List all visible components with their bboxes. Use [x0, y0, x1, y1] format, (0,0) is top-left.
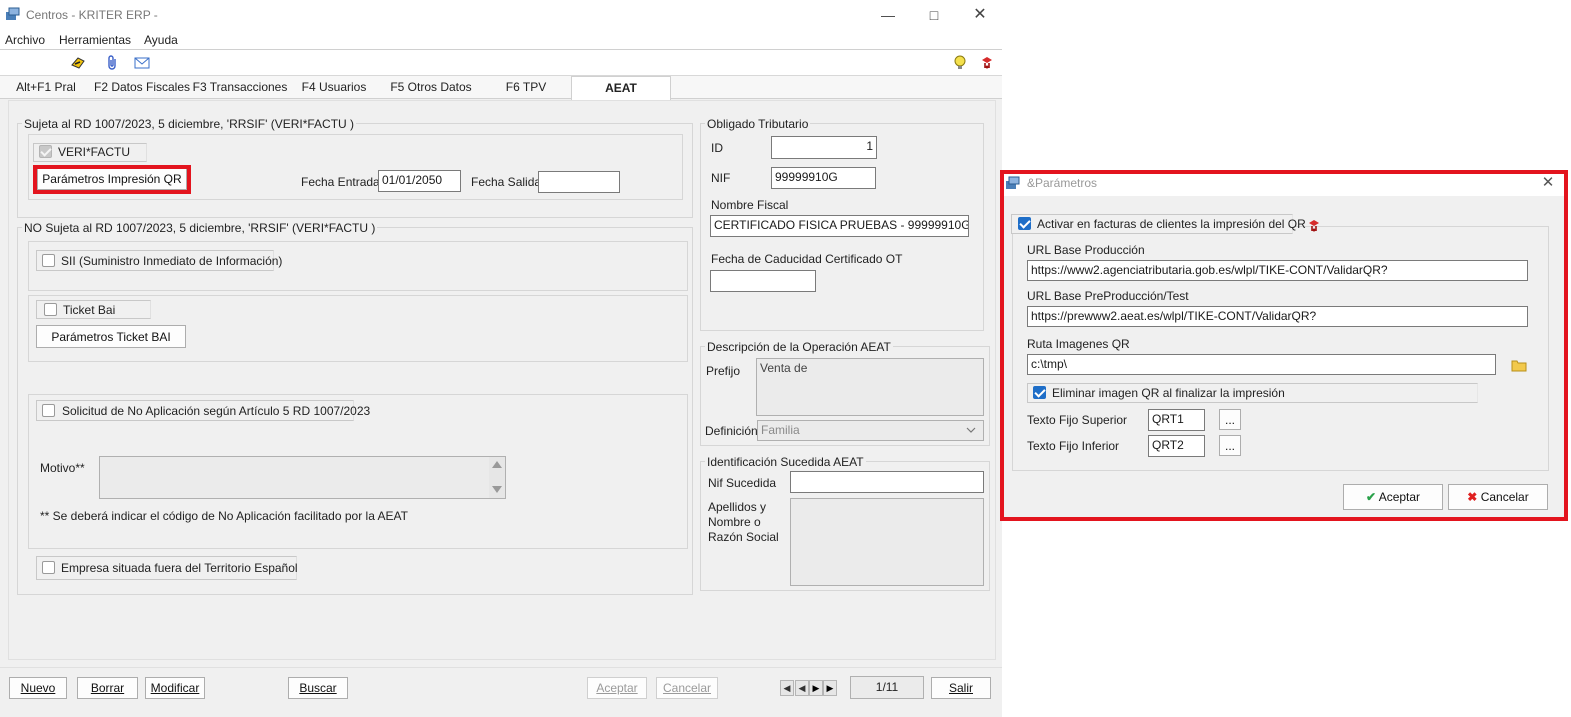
buscar-button[interactable]: Buscar — [288, 677, 348, 699]
cancelar-button-main[interactable]: Cancelar — [656, 677, 718, 699]
borrar-button-label: Borrar — [90, 681, 125, 695]
aceptar-button-main[interactable]: Aceptar — [587, 677, 647, 699]
salir-button[interactable]: Salir — [931, 677, 991, 699]
record-counter: 1/11 — [850, 676, 924, 699]
tab-pral[interactable]: Alt+F1 Pral — [10, 76, 82, 99]
salir-button-label: Salir — [948, 681, 973, 695]
descripcion-group-label: Descripción de la Operación AEAT — [705, 340, 893, 354]
buscar-button-label: Buscar — [299, 681, 337, 695]
nuevo-button-label: Nuevo — [20, 681, 56, 695]
main-window: Centros - KRITER ERP - — □ ✕ Archivo Her… — [0, 0, 1002, 717]
next-record-icon[interactable]: ▶ — [809, 680, 823, 696]
close-icon[interactable]: ✕ — [970, 5, 990, 25]
obligado-group-label: Obligado Tributario — [705, 117, 811, 131]
nombre-fiscal-input[interactable]: CERTIFICADO FISICA PRUEBAS - 99999910G — [710, 215, 969, 237]
motivo-label: Motivo** — [40, 461, 85, 475]
menu-archivo[interactable]: Archivo — [5, 33, 45, 47]
lightbulb-icon[interactable] — [952, 55, 968, 71]
nif-sucedida-input[interactable] — [790, 471, 984, 493]
prefijo-textarea[interactable]: Venta de — [756, 358, 984, 416]
scroll-up-icon[interactable] — [492, 461, 502, 468]
last-record-icon[interactable]: ▶ — [823, 680, 837, 696]
minimize-icon[interactable]: — — [878, 5, 898, 25]
solicitud-label: Solicitud de No Aplicación según Artícul… — [62, 404, 371, 418]
borrar-button[interactable]: Borrar — [77, 677, 138, 699]
apellidos-textarea[interactable] — [790, 498, 984, 586]
toolbar — [0, 50, 1002, 76]
prev-record-icon[interactable]: ◀ — [795, 680, 809, 696]
first-record-icon[interactable]: ◀ — [780, 680, 794, 696]
no-sujeta-group-label: NO Sujeta al RD 1007/2023, 5 diciembre, … — [22, 221, 378, 235]
tab-strip: Alt+F1 Pral F2 Datos Fiscales F3 Transac… — [0, 76, 1002, 100]
verifactu-checkbox[interactable] — [39, 145, 52, 158]
email-icon[interactable] — [134, 55, 150, 71]
attachment-icon[interactable] — [105, 55, 121, 71]
id-input[interactable]: 1 — [771, 136, 877, 159]
aceptar-main-label: Aceptar — [596, 681, 638, 695]
qr-button-highlight — [33, 165, 191, 194]
apellidos-label-3: Razón Social — [708, 530, 779, 544]
ticketbai-params-button[interactable]: Parámetros Ticket BAI — [36, 325, 186, 348]
help-icon[interactable] — [979, 55, 995, 71]
verifactu-label: VERI*FACTU — [58, 145, 131, 159]
tab-usuarios[interactable]: F4 Usuarios — [294, 76, 374, 99]
caducidad-input[interactable] — [710, 270, 816, 292]
nif-label: NIF — [711, 171, 731, 185]
sii-checkbox[interactable] — [42, 254, 55, 267]
fecha-entrada-input[interactable]: 01/01/2050 — [378, 170, 461, 192]
apellidos-label-2: Nombre o — [708, 515, 761, 529]
scroll-down-icon[interactable] — [492, 486, 502, 493]
tab-tpv[interactable]: F6 TPV — [486, 76, 566, 99]
tab-otros-datos[interactable]: F5 Otros Datos — [386, 76, 476, 99]
ticketbai-label: Ticket Bai — [63, 303, 116, 317]
title-bar: Centros - KRITER ERP - — □ ✕ — [0, 0, 1002, 30]
run-icon[interactable] — [70, 55, 86, 71]
definicion-select[interactable]: Familia — [757, 420, 984, 441]
motivo-textarea[interactable] — [99, 456, 506, 499]
prefijo-label: Prefijo — [706, 364, 741, 378]
nif-input[interactable]: 99999910G — [771, 167, 876, 189]
sujeta-group-label: Sujeta al RD 1007/2023, 5 diciembre, 'RR… — [22, 117, 357, 131]
sii-label: SII (Suministro Inmediato de Información… — [61, 254, 283, 268]
fecha-salida-label: Fecha Salida — [471, 175, 542, 189]
definicion-label: Definición — [705, 424, 758, 438]
fecha-salida-input[interactable] — [538, 171, 620, 193]
ticketbai-checkbox[interactable] — [44, 303, 57, 316]
cancelar-main-label: Cancelar — [662, 681, 712, 695]
nif-sucedida-label: Nif Sucedida — [708, 476, 777, 490]
motivo-scrollbar[interactable] — [489, 457, 505, 498]
id-label: ID — [711, 141, 723, 155]
nombre-fiscal-label: Nombre Fiscal — [711, 198, 789, 212]
motivo-note: ** Se deberá indicar el código de No Apl… — [40, 509, 408, 523]
modificar-button[interactable]: Modificar — [145, 677, 205, 699]
caducidad-label: Fecha de Caducidad Certificado OT — [711, 252, 903, 266]
menu-bar: Archivo Herramientas Ayuda — [0, 30, 1002, 50]
tab-transacciones[interactable]: F3 Transacciones — [192, 76, 288, 99]
menu-ayuda[interactable]: Ayuda — [144, 33, 178, 47]
window-title: Centros - KRITER ERP - — [26, 8, 158, 22]
menu-herramientas[interactable]: Herramientas — [59, 33, 131, 47]
modificar-button-label: Modificar — [150, 681, 200, 695]
empresa-label: Empresa situada fuera del Territorio Esp… — [61, 561, 298, 575]
solicitud-checkbox[interactable] — [42, 404, 55, 417]
fecha-entrada-label: Fecha Entrada — [301, 175, 380, 189]
sucedida-group-label: Identificación Sucedida AEAT — [705, 455, 866, 469]
maximize-icon[interactable]: □ — [924, 5, 944, 25]
dialog-highlight — [1000, 170, 1568, 521]
tab-datos-fiscales[interactable]: F2 Datos Fiscales — [92, 76, 192, 99]
apellidos-label-1: Apellidos y — [708, 500, 767, 514]
app-icon — [6, 7, 20, 20]
nuevo-button[interactable]: Nuevo — [9, 677, 67, 699]
empresa-checkbox[interactable] — [42, 561, 55, 574]
chevron-down-icon[interactable] — [966, 426, 976, 434]
tab-aeat[interactable]: AEAT — [571, 76, 671, 100]
